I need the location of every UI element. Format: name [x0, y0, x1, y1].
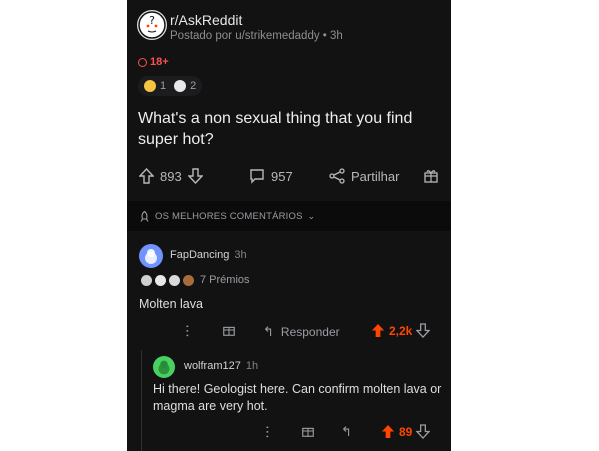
- comment-header: FapDancing 3h: [170, 249, 247, 261]
- subreddit-name[interactable]: r/AskReddit: [170, 12, 242, 28]
- avatar[interactable]: [153, 356, 175, 378]
- reply-button[interactable]: ↰ Responder: [263, 324, 340, 340]
- post-action-bar: 893 957 Partilhar: [127, 168, 451, 194]
- comment-bubble-icon: [250, 169, 264, 184]
- poop-award-icon: [183, 274, 194, 286]
- more-options-icon: ⋯: [260, 425, 276, 439]
- comment-body: Hi there! Geologist here. Can confirm mo…: [153, 382, 442, 413]
- comment-count: 957: [271, 168, 293, 184]
- svg-text:?: ?: [149, 14, 155, 27]
- upvote-arrow-icon[interactable]: [381, 424, 395, 439]
- post-score: 893: [160, 168, 182, 184]
- thread-line[interactable]: [141, 350, 142, 451]
- gift-box-icon: [223, 326, 235, 336]
- comment-age: 1h: [245, 360, 259, 372]
- upvote-arrow-icon[interactable]: [139, 168, 154, 184]
- award-count: 2: [190, 80, 197, 92]
- reply-label: Responder: [280, 325, 340, 339]
- post-meta: Postado por u/strikemedaddy • 3h: [170, 30, 343, 42]
- reply-button[interactable]: ↰: [341, 424, 352, 440]
- askreddit-logo-icon: ?: [138, 11, 166, 39]
- comments-button[interactable]: 957: [249, 168, 293, 184]
- comment-body: Molten lava: [139, 297, 203, 311]
- vote-group: 893: [139, 168, 203, 184]
- awards-count-label: 7 Prémios: [200, 274, 250, 286]
- award-count: 1: [160, 80, 167, 92]
- give-award-button[interactable]: [222, 323, 236, 337]
- nsfw-badge: 18+: [138, 56, 169, 68]
- comment-score: 2,2k: [389, 323, 413, 338]
- share-button[interactable]: Partilhar: [329, 168, 399, 184]
- comment-vote-group: 89: [381, 424, 431, 439]
- gift-box-icon: [424, 170, 438, 183]
- gift-box-icon: [302, 427, 314, 437]
- posted-by[interactable]: Postado por u/strikemedaddy: [170, 30, 320, 42]
- comment-awards[interactable]: 7 Prémios: [141, 274, 250, 286]
- give-award-button[interactable]: [423, 168, 439, 184]
- face-award-icon: [174, 80, 187, 92]
- nsfw-label: 18+: [150, 56, 169, 68]
- comment-score: 89: [399, 424, 413, 439]
- post-title: What's a non sexual thing that you find …: [138, 110, 413, 148]
- share-label: Partilhar: [351, 168, 400, 184]
- more-options-icon: ⋯: [180, 324, 196, 337]
- reply-arrow-icon: ↰: [341, 424, 352, 439]
- share-icon: [329, 168, 345, 184]
- rocket-icon: [140, 211, 149, 222]
- comment-author[interactable]: FapDancing: [170, 249, 229, 261]
- comment-age: 3h: [234, 249, 247, 261]
- comment-header: wolfram127 1h: [184, 360, 258, 372]
- phone-screen: ? r/AskReddit Postado por u/strikemedadd…: [127, 0, 451, 451]
- face-award-icon: [155, 274, 166, 286]
- upvote-arrow-icon[interactable]: [371, 323, 385, 338]
- post-awards[interactable]: 1 2: [138, 76, 203, 96]
- downvote-arrow-icon[interactable]: [187, 168, 203, 184]
- more-options-button[interactable]: ⋯: [260, 425, 276, 439]
- user-avatar-icon: [153, 356, 175, 378]
- downvote-arrow-icon[interactable]: [416, 323, 431, 338]
- chevron-down-icon: ⌄: [307, 211, 316, 221]
- comment-author[interactable]: wolfram127: [184, 360, 241, 372]
- give-award-button[interactable]: [301, 424, 315, 438]
- nsfw-icon: [138, 57, 147, 67]
- avatar[interactable]: [139, 244, 163, 268]
- silver-award-icon: [141, 274, 152, 286]
- coin-award-icon: [169, 274, 180, 286]
- comment-vote-group: 2,2k: [371, 323, 431, 338]
- reply-arrow-icon: ↰: [263, 324, 274, 339]
- more-options-button[interactable]: ⋯: [180, 324, 196, 337]
- downvote-arrow-icon[interactable]: [416, 424, 431, 439]
- user-avatar-icon: [139, 244, 163, 268]
- sort-label: OS MELHORES COMENTÁRIOS: [155, 211, 303, 222]
- post-age: 3h: [330, 30, 343, 42]
- laughing-award-icon: [144, 80, 156, 92]
- sort-selector[interactable]: OS MELHORES COMENTÁRIOS ⌄: [139, 211, 315, 222]
- subreddit-avatar[interactable]: ?: [137, 10, 167, 40]
